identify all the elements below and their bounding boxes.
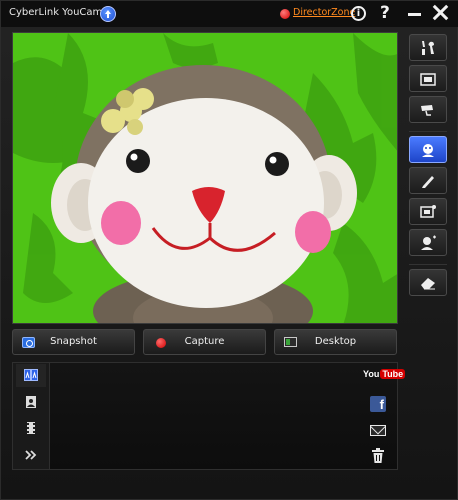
youtube-icon[interactable]: You Tube [363, 369, 406, 379]
info-icon[interactable]: i [351, 6, 366, 21]
desktop-label: Desktop [314, 336, 357, 347]
app-title: CyberLink YouCam [9, 7, 103, 18]
eraser-icon [421, 278, 435, 290]
snapshot-label: Snapshot [50, 336, 97, 347]
frame-button[interactable] [409, 198, 447, 225]
capture-button[interactable]: Capture [143, 329, 266, 355]
tab-expand[interactable] [16, 443, 46, 466]
tab-photos[interactable] [16, 390, 46, 413]
video-icon [27, 422, 35, 434]
snapshot-button[interactable]: Snapshot [12, 329, 135, 355]
update-icon[interactable] [100, 6, 116, 22]
tab-videos[interactable] [16, 416, 46, 439]
trash-icon[interactable] [371, 448, 385, 464]
pencil-icon [422, 176, 434, 188]
email-icon[interactable] [370, 425, 386, 436]
youcam-window: CyberLink YouCam DirectorZone i ? Snapsh… [0, 0, 458, 500]
help-icon[interactable]: ? [380, 3, 390, 23]
eraser-button[interactable] [409, 269, 447, 296]
expand-arrows-icon [25, 450, 37, 460]
tools-icon [422, 41, 434, 55]
director-zone-icon[interactable] [280, 9, 290, 19]
surveillance-button[interactable] [409, 96, 447, 123]
sidebar-divider [409, 264, 447, 265]
preview-image [13, 33, 397, 323]
face-effect-icon [421, 235, 436, 250]
photo-icon [26, 396, 36, 408]
youtube-tube-text: Tube [380, 369, 406, 379]
all-media-icon [24, 369, 38, 381]
capture-label: Capture [184, 336, 225, 347]
facebook-icon[interactable]: f [370, 396, 386, 412]
sidebar-divider [409, 131, 447, 132]
close-icon[interactable] [432, 4, 448, 20]
tab-all-media[interactable] [16, 364, 46, 387]
fullscreen-icon [420, 73, 436, 86]
title-bar: CyberLink YouCam DirectorZone i ? [1, 1, 458, 27]
effects-avatar-icon [422, 144, 434, 157]
minimize-icon[interactable] [408, 13, 421, 16]
youtube-you-text: You [363, 369, 380, 379]
media-gallery: You Tube f [12, 362, 406, 470]
desktop-button[interactable]: Desktop [274, 329, 397, 355]
effects-button[interactable] [409, 136, 447, 163]
frame-icon [420, 205, 436, 218]
webcam-preview[interactable] [12, 32, 398, 324]
surveillance-camera-icon [421, 105, 433, 116]
gallery-filter-tabs [13, 363, 50, 469]
tools-button[interactable] [409, 34, 447, 61]
draw-button[interactable] [409, 167, 447, 194]
director-zone-link[interactable]: DirectorZone [293, 7, 355, 18]
face-effect-button[interactable] [409, 229, 447, 256]
fullscreen-button[interactable] [409, 65, 447, 92]
